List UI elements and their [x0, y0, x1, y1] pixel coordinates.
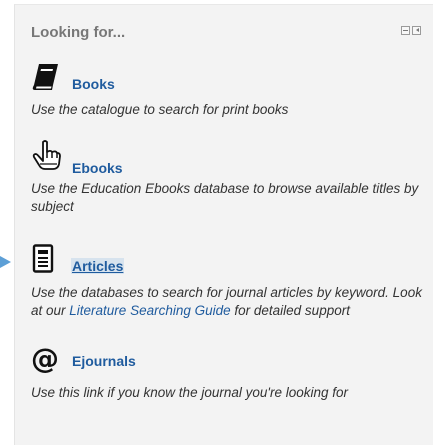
books-description: Use the catalogue to search for print bo…: [31, 102, 289, 117]
articles-description-text-end: for detailed support: [230, 303, 350, 318]
list-item-ebooks: Ebooks Use the Education Ebooks database…: [31, 140, 423, 216]
book-icon[interactable]: [31, 61, 61, 93]
list-item-articles: Articles Use the databases to search for…: [31, 244, 423, 320]
ejournals-link[interactable]: Ejournals: [72, 353, 136, 369]
hand-pointer-icon[interactable]: [31, 140, 61, 172]
block-header: Looking for...: [15, 5, 433, 45]
item-head: Articles: [31, 244, 423, 284]
ejournals-description: Use this link if you know the journal yo…: [31, 385, 348, 400]
pointer-arrow-marker: [0, 256, 11, 268]
ebooks-description: Use the Education Ebooks database to bro…: [31, 181, 419, 214]
list-item-books: Books Use the catalogue to search for pr…: [31, 61, 423, 119]
item-head: @ Ejournals: [31, 344, 423, 384]
articles-description: Use the databases to search for journal …: [31, 284, 423, 320]
looking-for-block: Looking for... Books Use the catalogue t…: [14, 4, 433, 445]
item-head: Books: [31, 61, 423, 101]
books-link[interactable]: Books: [72, 76, 115, 92]
ebooks-link[interactable]: Ebooks: [72, 160, 123, 176]
block-title: Looking for...: [31, 24, 126, 41]
articles-link[interactable]: Articles: [71, 258, 125, 274]
at-sign-icon[interactable]: @: [31, 344, 61, 376]
dock-block-icon[interactable]: [412, 26, 421, 35]
item-head: Ebooks: [31, 140, 423, 180]
literature-searching-guide-link[interactable]: Literature Searching Guide: [69, 303, 230, 318]
svg-text:@: @: [31, 344, 59, 375]
list-item-ejournals: @ Ejournals Use this link if you know th…: [31, 344, 423, 402]
block-controls: [401, 26, 421, 35]
hide-block-icon[interactable]: [401, 26, 410, 35]
newspaper-icon[interactable]: [31, 244, 61, 276]
